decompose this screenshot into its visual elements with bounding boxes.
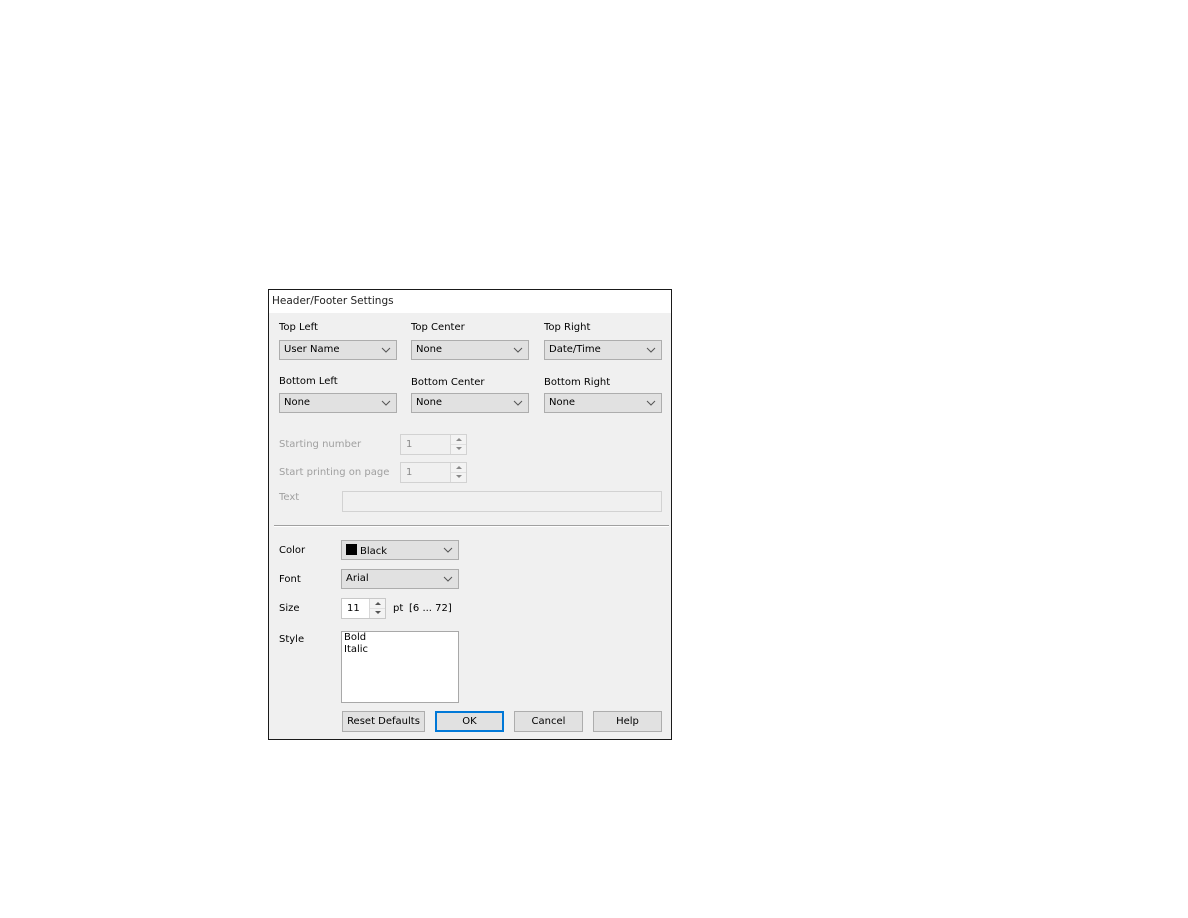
style-option-bold[interactable]: Bold (342, 632, 458, 644)
arrow-up-icon (375, 602, 381, 605)
top-left-value: User Name (284, 344, 340, 355)
top-right-dropdown[interactable]: Date/Time (544, 340, 662, 360)
chevron-down-icon (513, 399, 523, 407)
text-label: Text (279, 492, 300, 503)
size-range: [6 ... 72] (409, 603, 452, 614)
top-center-value: None (416, 344, 443, 355)
cancel-button[interactable]: Cancel (514, 711, 583, 732)
arrow-down-icon (375, 611, 381, 614)
bottom-center-dropdown[interactable]: None (411, 393, 529, 413)
style-option-italic[interactable]: Italic (342, 644, 458, 656)
color-swatch (346, 544, 357, 555)
dialog-title: Header/Footer Settings (272, 295, 394, 307)
arrow-down-icon (456, 447, 462, 450)
style-listbox[interactable]: Bold Italic (341, 631, 459, 703)
bottom-center-value: None (416, 397, 443, 408)
text-input[interactable] (342, 491, 662, 512)
color-value: Black (360, 546, 388, 557)
starting-number-value: 1 (406, 439, 413, 450)
starting-number-label: Starting number (279, 439, 362, 450)
size-spinner[interactable]: 11 (341, 598, 386, 619)
top-left-dropdown[interactable]: User Name (279, 340, 397, 360)
size-label: Size (279, 603, 300, 614)
dialog-titlebar: Header/Footer Settings (269, 290, 671, 313)
chevron-down-icon (443, 575, 453, 583)
color-label: Color (279, 545, 306, 556)
chevron-down-icon (381, 399, 391, 407)
color-dropdown[interactable]: Black (341, 540, 459, 560)
chevron-down-icon (646, 399, 656, 407)
bottom-center-label: Bottom Center (411, 377, 485, 388)
font-value: Arial (346, 573, 369, 584)
start-printing-on-page-label: Start printing on page (279, 467, 390, 478)
arrow-up-icon (456, 466, 462, 469)
bottom-left-value: None (284, 397, 311, 408)
chevron-down-icon (513, 346, 523, 354)
help-button[interactable]: Help (593, 711, 662, 732)
top-right-value: Date/Time (549, 344, 601, 355)
bottom-left-dropdown[interactable]: None (279, 393, 397, 413)
reset-defaults-button[interactable]: Reset Defaults (342, 711, 425, 732)
starting-number-spinner[interactable]: 1 (400, 434, 467, 455)
font-dropdown[interactable]: Arial (341, 569, 459, 589)
ok-button[interactable]: OK (435, 711, 504, 732)
bottom-right-label: Bottom Right (544, 377, 611, 388)
font-label: Font (279, 574, 301, 585)
separator (274, 525, 669, 527)
chevron-down-icon (646, 346, 656, 354)
chevron-down-icon (381, 346, 391, 354)
spin-down-button[interactable] (370, 608, 385, 617)
bottom-right-value: None (549, 397, 576, 408)
top-left-label: Top Left (279, 322, 318, 333)
header-footer-settings-dialog: Header/Footer Settings Top Left Top Cent… (268, 289, 672, 740)
start-printing-on-page-spinner[interactable]: 1 (400, 462, 467, 483)
spin-down-button[interactable] (451, 472, 466, 481)
style-label: Style (279, 634, 305, 645)
chevron-down-icon (443, 546, 453, 554)
size-value: 11 (347, 603, 360, 614)
top-center-dropdown[interactable]: None (411, 340, 529, 360)
bottom-left-label: Bottom Left (279, 376, 338, 387)
size-unit: pt (393, 603, 404, 614)
arrow-up-icon (456, 438, 462, 441)
bottom-right-dropdown[interactable]: None (544, 393, 662, 413)
start-printing-on-page-value: 1 (406, 467, 413, 478)
spin-down-button[interactable] (451, 444, 466, 453)
top-center-label: Top Center (411, 322, 465, 333)
arrow-down-icon (456, 475, 462, 478)
top-right-label: Top Right (544, 322, 591, 333)
